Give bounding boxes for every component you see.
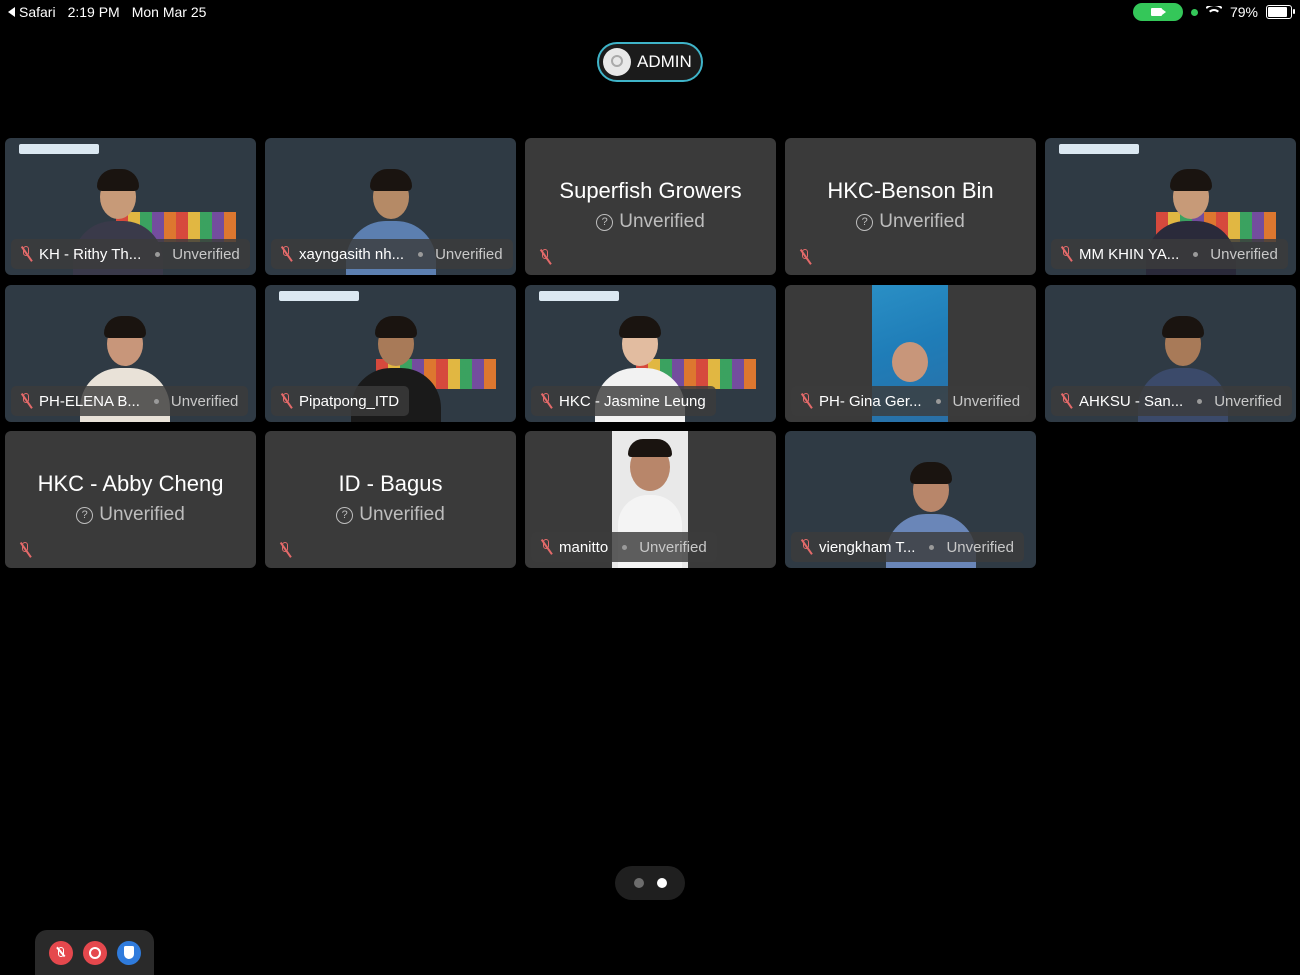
verification-status-row: ? Unverified [785,211,1036,233]
participant-name: HKC - Abby Cheng [37,471,224,496]
admin-label: ADMIN [637,52,692,71]
question-circle-icon: ? [856,213,874,231]
page-dot-1[interactable] [633,878,644,888]
mic-off-icon [539,539,553,555]
battery-percent: 79% [1229,4,1258,20]
participant-name-bar: MM KHIN YA... Unverified [1051,239,1288,269]
mic-off-icon [1059,393,1073,409]
participant-name: AHKSU - San... [1079,392,1184,410]
verification-status: Unverified [172,245,240,263]
camera-icon [1150,8,1166,16]
camera-active-dot [1190,8,1198,16]
mic-off-icon [18,542,32,558]
participant-name: MM KHIN YA... [1079,245,1180,263]
verification-status-row: ? Unverified [525,211,776,233]
verification-status-row: ? Unverified [265,504,516,526]
participant-name: Superfish Growers [559,178,742,203]
verification-status: Unverified [435,245,503,263]
record-button[interactable] [82,940,107,965]
participant-name-bar: viengkham T... Unverified [791,532,1024,562]
participant-name: viengkham T... [819,538,916,556]
participant-name: manitto [559,538,609,556]
question-circle-icon: ? [596,213,614,231]
participant-tile[interactable]: ID - Bagus ? Unverified [265,431,516,568]
question-circle-icon: ? [76,506,94,524]
mic-off-icon [19,393,33,409]
security-button[interactable] [116,940,141,965]
participant-name: xayngasith nh... [299,245,405,263]
question-circle-icon: ? [336,506,354,524]
participant-tile[interactable]: KH - Rithy Th... Unverified [5,138,256,275]
verification-status-row: ? Unverified [5,504,256,526]
participant-tile[interactable]: HKC - Abby Cheng ? Unverified [5,431,256,568]
verification-status: Unverified [359,504,445,525]
participant-name-bar: manitto Unverified [531,532,717,562]
participant-name: HKC-Benson Bin [827,178,994,203]
page-dot-2-active[interactable] [656,878,667,888]
participant-tile[interactable]: HKC - Jasmine Leung [525,285,776,422]
status-bar: Safari 2:19 PM Mon Mar 25 79% [0,0,1300,24]
participant-tile[interactable]: manitto Unverified [525,431,776,568]
mic-off-icon [278,542,292,558]
battery-icon [1266,5,1295,19]
back-app-label: Safari [19,4,56,20]
verification-status: Unverified [639,538,707,556]
verification-status: Unverified [946,538,1014,556]
wifi-icon [1206,6,1222,18]
record-icon [88,946,101,959]
verification-status: Unverified [1210,245,1278,263]
verification-status: Unverified [1214,392,1282,410]
participant-tile[interactable]: xayngasith nh... Unverified [265,138,516,275]
mic-off-icon [57,946,64,957]
participant-name-bar: HKC - Jasmine Leung [531,386,716,416]
status-date: Mon Mar 25 [131,4,207,20]
participant-name-bar: PH-ELENA B... Unverified [11,386,249,416]
participant-tile[interactable]: MM KHIN YA... Unverified [1045,138,1296,275]
participant-name: Pipatpong_ITD [299,392,400,410]
mic-off-icon [1059,246,1073,262]
back-arrow-icon [8,7,15,17]
participant-name: HKC - Jasmine Leung [559,392,706,410]
participant-tile[interactable]: Pipatpong_ITD [265,285,516,422]
shield-icon [123,945,134,959]
participant-name-bar: AHKSU - San... Unverified [1051,386,1292,416]
participant-tile[interactable]: PH-ELENA B... Unverified [5,285,256,422]
participant-name: KH - Rithy Th... [39,245,142,263]
participant-tile[interactable]: HKC-Benson Bin ? Unverified [785,138,1036,275]
participant-tile[interactable]: PH- Gina Ger... Unverified [785,285,1036,422]
participant-name-bar: xayngasith nh... Unverified [271,239,513,269]
meeting-controls [35,930,154,975]
participant-name: PH-ELENA B... [39,392,140,410]
admin-avatar [603,48,631,76]
admin-pill[interactable]: ADMIN [597,42,703,82]
mic-off-icon [279,393,293,409]
camera-in-use-indicator[interactable] [1132,3,1183,21]
mic-off-icon [279,246,293,262]
page-indicator[interactable] [615,866,685,900]
verification-status: Unverified [619,211,705,232]
verification-status: Unverified [952,392,1021,410]
participant-tile[interactable]: Superfish Growers ? Unverified [525,138,776,275]
participant-name: PH- Gina Ger... [819,392,922,410]
mic-off-icon [19,246,33,262]
verification-status: Unverified [170,392,239,410]
verification-status: Unverified [879,211,965,232]
mic-off-icon [799,393,813,409]
participant-name-bar: Pipatpong_ITD [271,386,410,416]
participant-name-bar: PH- Gina Ger... Unverified [791,386,1031,416]
unmute-button[interactable] [48,940,73,965]
participant-name: ID - Bagus [338,471,443,496]
status-time: 2:19 PM [67,4,120,20]
mic-off-icon [798,249,812,265]
mic-off-icon [539,393,553,409]
participant-name-bar: KH - Rithy Th... Unverified [11,239,250,269]
mic-off-icon [538,249,552,265]
verification-status: Unverified [99,504,185,525]
mic-off-icon [799,539,813,555]
participant-tile[interactable]: viengkham T... Unverified [785,431,1036,568]
participant-tile[interactable]: AHKSU - San... Unverified [1045,285,1296,422]
back-to-app-link[interactable]: Safari [8,4,56,20]
